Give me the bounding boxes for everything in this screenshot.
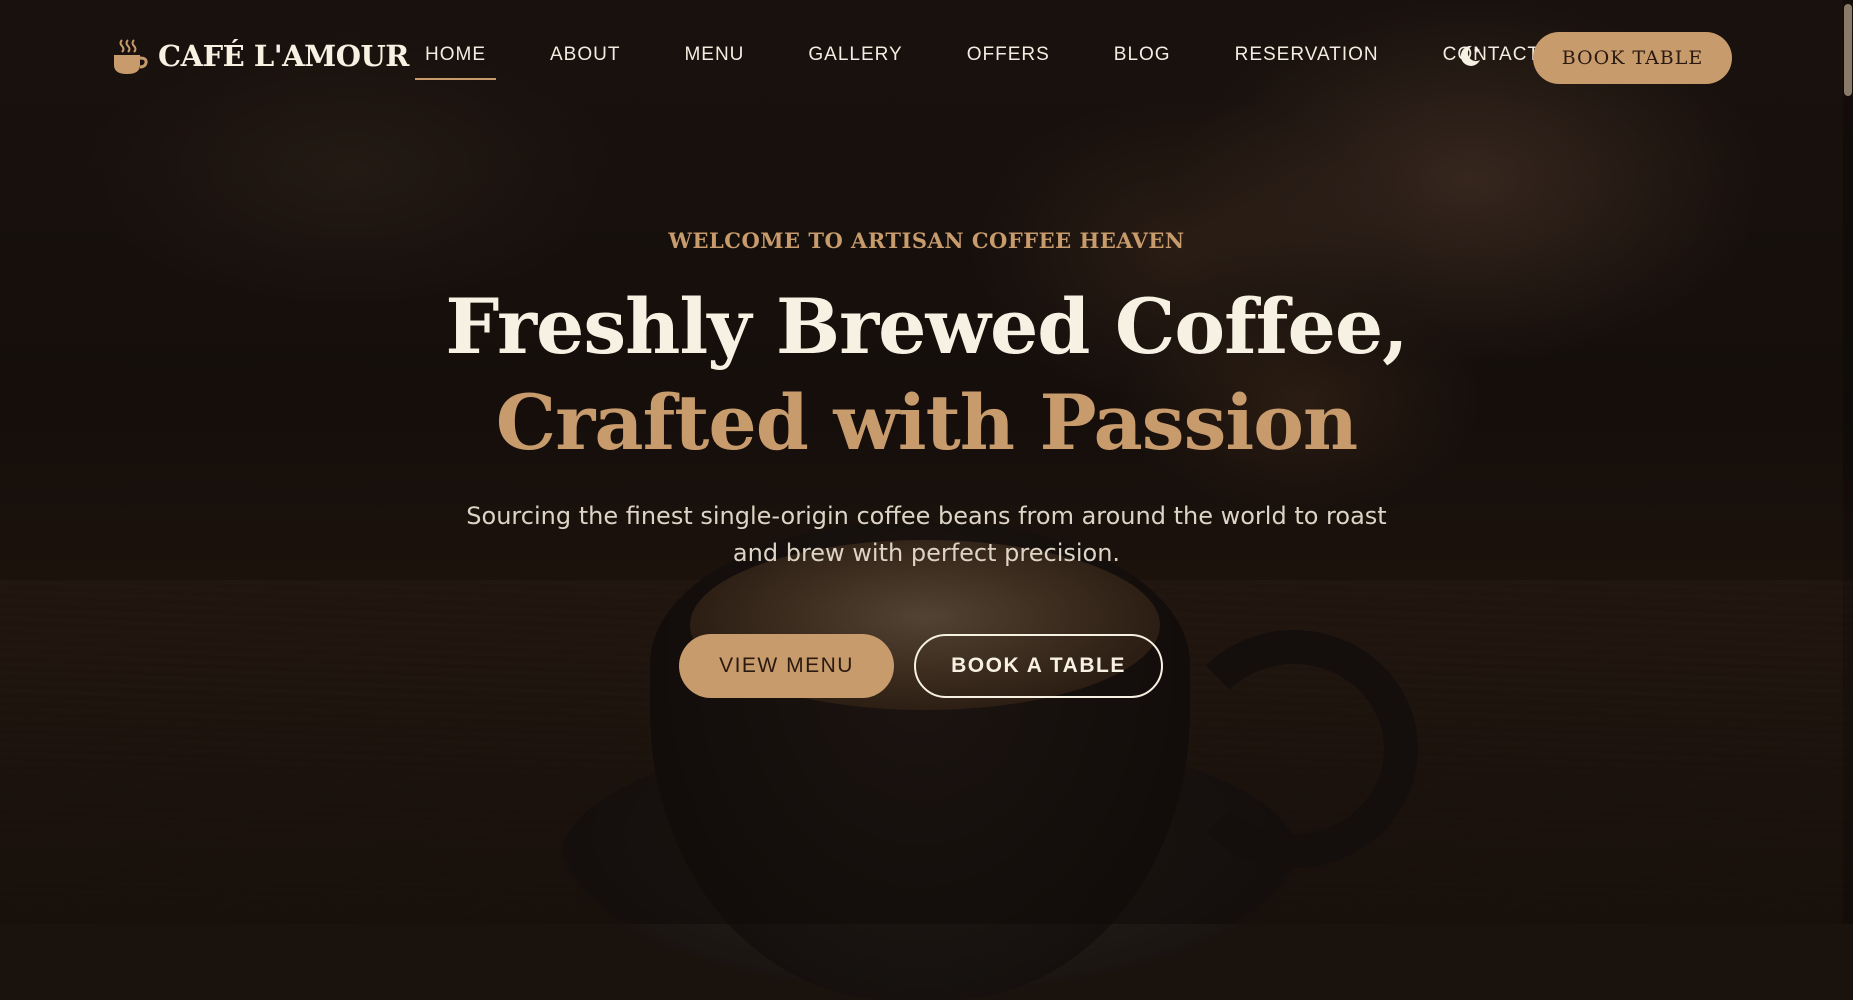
nav-item-offers[interactable]: OFFERS [957,44,1060,66]
nav-item-home[interactable]: HOME [415,44,496,80]
hero-title-line1: Freshly Brewed Coffee, [445,282,1408,371]
moon-stars-icon[interactable] [1456,42,1484,70]
nav-item-blog[interactable]: BLOG [1104,44,1181,66]
nav-item-gallery[interactable]: GALLERY [798,44,912,66]
nav-item-about[interactable]: ABOUT [540,44,630,66]
navbar: CAFÉ L'AMOUR HOME ABOUT MENU GALLERY OFF… [0,0,1853,110]
brand-name: CAFÉ L'AMOUR [158,39,409,73]
hero-subtitle: Sourcing the finest single-origin coffee… [0,498,1853,572]
nav-item-reservation[interactable]: RESERVATION [1225,44,1389,66]
book-a-table-button[interactable]: BOOK A TABLE [914,634,1163,698]
hero-subtitle-line1: Sourcing the finest single-origin coffee… [466,502,1387,530]
logo[interactable]: CAFÉ L'AMOUR [110,36,409,76]
nav-menu: HOME ABOUT MENU GALLERY OFFERS BLOG RESE… [415,44,1594,80]
hero-title-line2: Crafted with Passion [495,378,1358,467]
hero-kicker: WELCOME TO ARTISAN COFFEE HEAVEN [668,228,1185,253]
book-table-button[interactable]: BOOK TABLE [1533,32,1732,84]
scrollbar[interactable] [1843,0,1853,924]
scrollbar-thumb[interactable] [1844,4,1852,96]
hero-subtitle-line2: and brew with perfect precision. [732,539,1121,567]
coffee-cup-icon [114,39,148,74]
view-menu-button[interactable]: VIEW MENU [679,634,894,698]
nav-item-menu[interactable]: MENU [674,44,754,66]
